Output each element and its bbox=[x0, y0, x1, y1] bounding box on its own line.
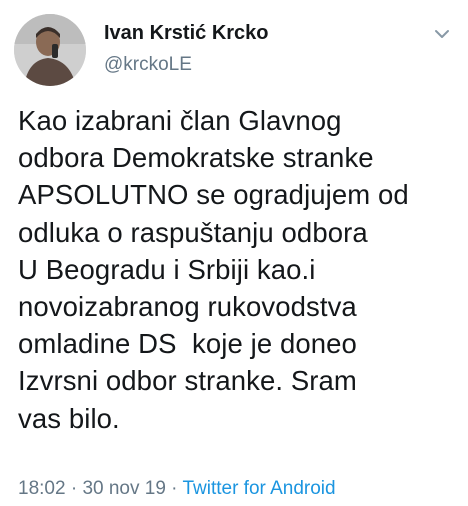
chevron-down-icon[interactable] bbox=[432, 24, 452, 44]
user-display-name[interactable]: Ivan Krstić Krcko bbox=[104, 22, 269, 45]
tweet-source-link[interactable]: Twitter for Android bbox=[182, 478, 335, 499]
tweet-text-line: Izvrsni odbor stranke. Sram bbox=[18, 365, 357, 397]
meta-separator: · bbox=[65, 478, 83, 499]
tweet-text: Kao izabrani član Glavnog odbora Demokra… bbox=[18, 102, 458, 437]
tweet-text-line: Kao izabrani član Glavnog bbox=[18, 105, 342, 136]
profile-photo-icon bbox=[14, 14, 86, 86]
tweet-text-line: APSOLUTNO se ogradjujem od bbox=[18, 179, 409, 211]
tweet-text-line: vas bilo. bbox=[18, 402, 120, 434]
tweet-text-line: odluka o raspuštanju odbora bbox=[18, 216, 368, 248]
tweet-meta: 18:02 · 30 nov 19 · Twitter for Android bbox=[18, 478, 336, 500]
tweet-card: Ivan Krstić Krcko @krckoLE Kao izabrani … bbox=[0, 0, 468, 506]
tweet-text-line: odbora Demokratske stranke bbox=[18, 142, 374, 174]
tweet-text-line: omladine DS koje je doneo bbox=[18, 328, 357, 360]
tweet-text-line: novoizabranog rukovodstva bbox=[18, 291, 357, 323]
user-handle[interactable]: @krckoLE bbox=[104, 54, 192, 76]
tweet-time[interactable]: 18:02 bbox=[18, 478, 66, 499]
meta-separator: · bbox=[165, 478, 183, 499]
avatar[interactable] bbox=[14, 14, 86, 86]
tweet-text-line: U Beogradu i Srbiji kao.i bbox=[18, 253, 316, 285]
tweet-date[interactable]: 30 nov 19 bbox=[82, 478, 165, 499]
